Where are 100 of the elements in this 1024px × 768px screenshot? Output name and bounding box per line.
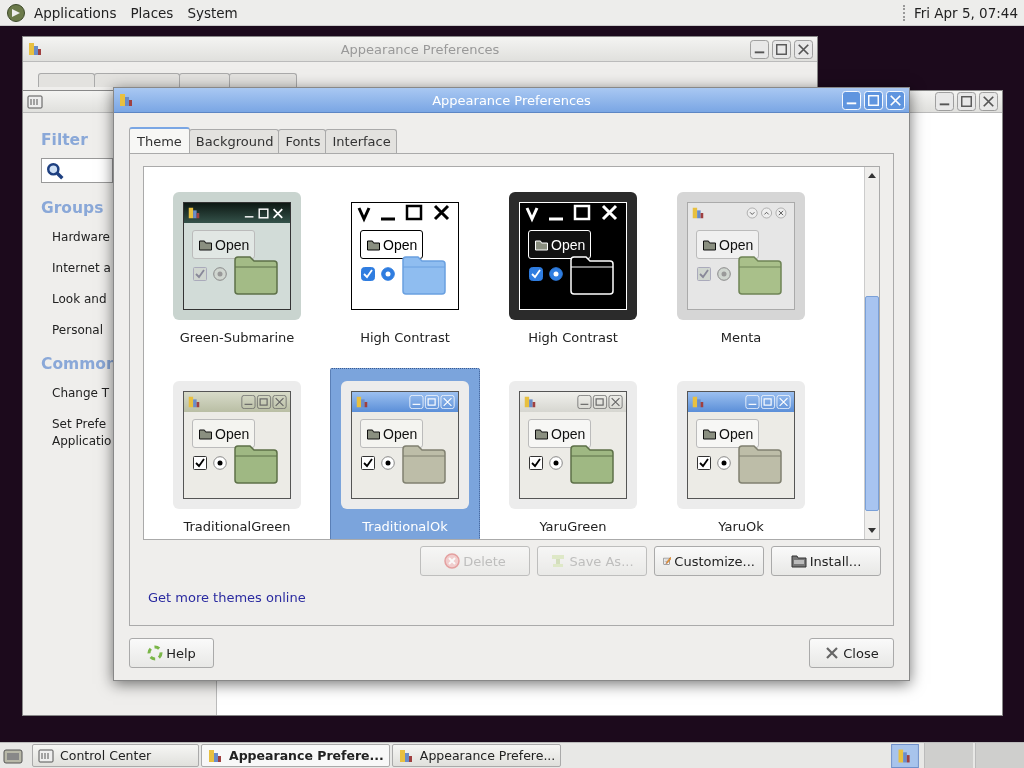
scrollbar[interactable]: [864, 167, 879, 539]
folder-icon: [702, 238, 717, 251]
app-icon: [691, 206, 705, 220]
tab[interactable]: Background: [188, 129, 280, 153]
panel-menu[interactable]: Places: [130, 4, 174, 21]
theme-name: High Contrast: [360, 330, 450, 345]
folder-icon: [570, 444, 614, 484]
window-title: Appearance Preferences: [340, 41, 500, 57]
folder-icon: [738, 444, 782, 484]
task-item[interactable]: Change T: [52, 385, 110, 402]
app-icon: [397, 747, 414, 764]
folder-icon: [198, 427, 213, 440]
group-item[interactable]: Personal: [52, 322, 103, 339]
sample-button: Open: [528, 230, 592, 259]
group-item[interactable]: Internet a: [52, 260, 111, 277]
folder-icon: [198, 238, 213, 251]
workspace-switcher[interactable]: [975, 742, 1024, 768]
scroll-down-icon[interactable]: [867, 527, 877, 535]
theme-name: TraditionalOk: [362, 519, 448, 534]
radio-icon: [549, 267, 563, 281]
app-icon: [691, 395, 705, 409]
sample-button: Open: [696, 419, 760, 448]
close-icon[interactable]: [979, 92, 998, 111]
help-button[interactable]: Help: [129, 638, 214, 668]
theme-name: Green-Submarine: [179, 330, 295, 345]
theme-item[interactable]: Open TraditionalGreen: [162, 368, 312, 539]
folder-icon: [534, 427, 549, 440]
radio-icon: [213, 456, 227, 470]
task-item[interactable]: Set Prefe Applicatio: [52, 416, 112, 450]
minimize-icon[interactable]: [750, 39, 769, 59]
folder-icon: [402, 444, 446, 484]
maximize-icon[interactable]: [957, 92, 976, 111]
scroll-thumb[interactable]: [865, 296, 879, 511]
tray-icon[interactable]: [890, 743, 920, 768]
theme-item[interactable]: Open Green-Submarine: [162, 179, 312, 355]
maximize-icon[interactable]: [772, 39, 791, 59]
app-icon: [27, 41, 43, 57]
section-heading: Filter: [41, 131, 88, 149]
theme-item[interactable]: Open High Contrast: [330, 179, 480, 355]
tab[interactable]: Fonts: [278, 129, 327, 153]
panel-menu[interactable]: System: [187, 4, 238, 21]
panel-menu[interactable]: Applications: [34, 4, 117, 21]
action-button[interactable]: Customize...: [654, 546, 764, 576]
theme-item[interactable]: Open YaruGreen: [498, 368, 648, 539]
panel-grip-icon: [902, 4, 908, 21]
theme-item[interactable]: Open TraditionalOk: [330, 368, 480, 539]
app-icon: [187, 206, 201, 220]
search-field[interactable]: [41, 158, 113, 183]
radio-icon: [549, 456, 563, 470]
folder-icon: [534, 238, 549, 251]
close-icon: [824, 645, 841, 661]
group-item[interactable]: Hardware: [52, 229, 110, 246]
sample-button: Open: [192, 419, 256, 448]
theme-name: TraditionalGreen: [183, 519, 291, 534]
window-buttons-icon: [409, 395, 455, 409]
app-icon: [38, 747, 54, 764]
theme-item[interactable]: Open YaruOk: [666, 368, 816, 539]
workspace-switcher[interactable]: [924, 742, 973, 768]
taskbar-button[interactable]: Appearance Prefere...: [391, 744, 562, 767]
group-item[interactable]: Look and: [52, 291, 107, 308]
theme-name: High Contrast: [528, 330, 618, 345]
tab[interactable]: [38, 73, 95, 87]
taskbar-button[interactable]: Control Center: [32, 744, 199, 767]
close-button[interactable]: Close: [809, 638, 894, 668]
checkbox-icon: [529, 456, 543, 470]
checkbox-icon: [697, 267, 711, 281]
checkbox-icon: [697, 456, 711, 470]
window-buttons-icon: [241, 395, 287, 409]
radio-icon: [213, 267, 227, 281]
window-title: Appearance Preferences: [432, 92, 591, 108]
window-buttons-icon: [577, 395, 623, 409]
action-button[interactable]: Install...: [771, 546, 881, 576]
tab[interactable]: [229, 73, 297, 87]
close-icon[interactable]: [794, 39, 813, 59]
radio-icon: [381, 267, 395, 281]
logo-icon[interactable]: [6, 2, 26, 23]
radio-icon: [381, 456, 395, 470]
sample-button: Open: [192, 230, 256, 259]
scroll-up-icon[interactable]: [867, 171, 877, 179]
tab[interactable]: Theme: [129, 127, 190, 153]
folder-icon: [366, 238, 381, 251]
help-icon: [147, 645, 164, 661]
sample-button: Open: [360, 419, 424, 448]
tab[interactable]: Interface: [325, 129, 397, 153]
app-icon: [187, 395, 201, 409]
app-icon: [355, 395, 369, 409]
tab[interactable]: [94, 73, 180, 87]
theme-item[interactable]: Open High Contrast: [498, 179, 648, 355]
theme-name: Menta: [720, 330, 762, 345]
tab[interactable]: [179, 73, 230, 87]
clock[interactable]: Fri Apr 5, 07:44: [913, 4, 1018, 21]
minimize-icon[interactable]: [935, 92, 954, 111]
app-icon: [207, 747, 223, 764]
taskbar-button[interactable]: Appearance Prefere...: [201, 744, 390, 767]
themes-link[interactable]: Get more themes online: [148, 590, 306, 605]
window-buttons-icon: [745, 395, 791, 409]
theme-name: YaruOk: [718, 519, 764, 534]
search-icon: [46, 161, 64, 180]
theme-item[interactable]: Open Menta: [666, 179, 816, 355]
folder-icon: [234, 444, 278, 484]
